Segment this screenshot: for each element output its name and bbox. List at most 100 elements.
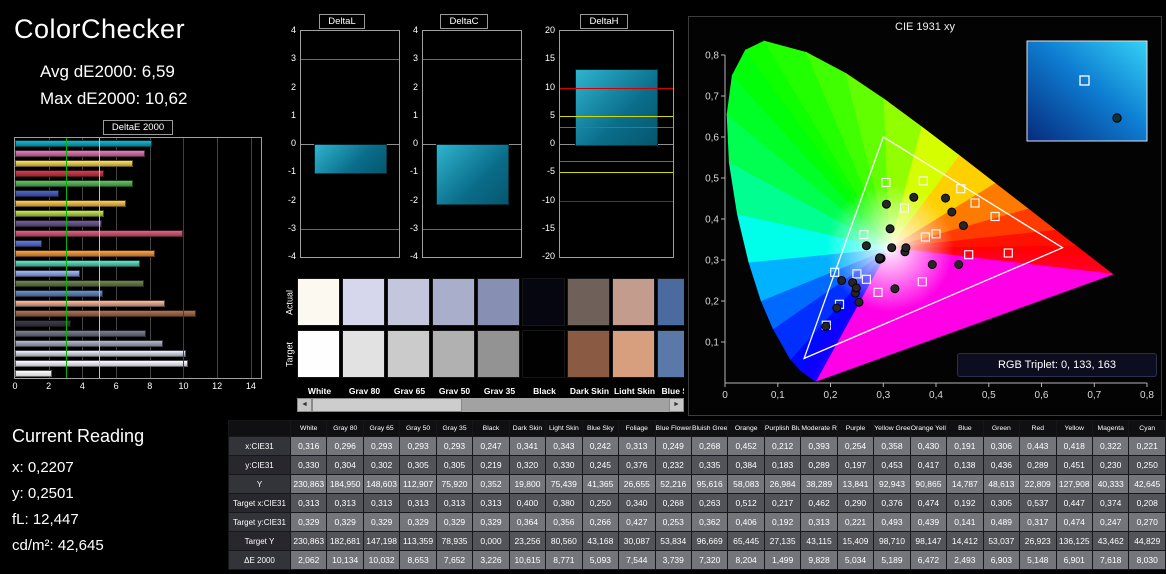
table-cell: 38,289 bbox=[800, 474, 838, 494]
threshold-line bbox=[560, 172, 673, 174]
swatch-label: Light Skin bbox=[613, 386, 656, 394]
table-cell: 0,250 bbox=[581, 493, 620, 513]
table-row: Y 230,863 184,950 148,603 112,907 75,920 0,352… bbox=[228, 474, 1166, 494]
row-label: ΔE 2000 bbox=[228, 550, 291, 570]
table-cell: 0,289 bbox=[1019, 455, 1057, 475]
scroll-left-icon[interactable]: ◄ bbox=[297, 398, 312, 412]
table-cell: 0,197 bbox=[836, 455, 875, 475]
threshold-line bbox=[560, 87, 673, 89]
x-tick-label: 0,6 bbox=[1035, 390, 1049, 401]
swatch-scrollbar[interactable]: ◄ ► bbox=[297, 398, 684, 412]
measurement-table: White Gray 80 Gray 65 Gray 50 Gray 35 Black Da… bbox=[228, 420, 1166, 570]
delta-e-bar-yellow bbox=[15, 159, 134, 167]
threshold-line bbox=[183, 138, 185, 378]
x-tick-label: 0 bbox=[12, 381, 18, 391]
table-cell: 0,266 bbox=[581, 512, 620, 532]
table-cell: 8,653 bbox=[399, 550, 437, 570]
table-cell: 0,452 bbox=[727, 436, 765, 456]
table-cell: 0,247 bbox=[472, 436, 510, 456]
table-cell: 0,418 bbox=[1055, 436, 1093, 456]
target-row-label: Target bbox=[284, 341, 295, 367]
table-cell: 0,304 bbox=[326, 455, 364, 475]
table-cell: 0,138 bbox=[946, 455, 984, 475]
y-tick-label: 0,8 bbox=[705, 51, 719, 62]
column-header-green: Green bbox=[982, 420, 1021, 437]
delta-e-bar-orange-yellow bbox=[15, 199, 127, 207]
table-cell: 0,341 bbox=[508, 436, 547, 456]
column-header-orange-yellow: Orange Yellow bbox=[909, 420, 948, 437]
x-tick-label: 12 bbox=[212, 381, 223, 391]
table-cell: 0,192 bbox=[946, 493, 984, 513]
swatch-target-gray-50 bbox=[432, 330, 475, 378]
measured-point bbox=[927, 260, 937, 269]
measured-point bbox=[851, 283, 861, 293]
table-cell: 0,436 bbox=[982, 455, 1021, 475]
table-cell: 0,247 bbox=[1091, 512, 1130, 532]
swatch-label: Gray 35 bbox=[483, 386, 516, 394]
threshold-line bbox=[560, 160, 673, 162]
delta-e-bar-purple bbox=[15, 219, 102, 227]
table-cell: 43,462 bbox=[1091, 531, 1130, 551]
current-reading-title: Current Reading bbox=[12, 426, 145, 446]
swatch-label: Black bbox=[533, 386, 556, 394]
y-tick-label: 3 bbox=[412, 53, 418, 64]
scroll-right-icon[interactable]: ► bbox=[669, 398, 684, 412]
y-tick-label: 10 bbox=[544, 81, 555, 92]
delta-e-plot bbox=[14, 137, 262, 379]
swatch-label: Gray 65 bbox=[393, 386, 426, 394]
table-cell: 53,834 bbox=[654, 531, 692, 551]
delta-e-bar-magenta bbox=[15, 149, 146, 157]
table-cell: 147,198 bbox=[362, 531, 401, 551]
table-cell: 0,270 bbox=[1128, 512, 1166, 532]
table-cell: 0,453 bbox=[873, 455, 911, 475]
table-cell: 65,445 bbox=[727, 531, 765, 551]
x-tick-label: 2 bbox=[46, 381, 52, 391]
table-cell: 0,352 bbox=[472, 474, 510, 494]
measured-point bbox=[854, 297, 864, 307]
scrollbar-thumb[interactable] bbox=[312, 398, 462, 412]
delta-c-chart: DeltaC 4 3 2 1 0 -1 -2 -3 -4 bbox=[406, 14, 522, 272]
x-tick-label: 0 bbox=[722, 390, 728, 401]
table-cell: 6,901 bbox=[1055, 550, 1093, 570]
delta-e-bar-yellow-green bbox=[15, 209, 105, 217]
swatch-label: Gray 50 bbox=[438, 386, 471, 394]
table-cell: 113,359 bbox=[399, 531, 437, 551]
table-cell: 26,984 bbox=[763, 474, 802, 494]
table-cell: 30,087 bbox=[618, 531, 656, 551]
column-header-gray-80: Gray 80 bbox=[326, 420, 364, 437]
table-cell: 0,400 bbox=[508, 493, 547, 513]
delta-e-bar-orange bbox=[15, 249, 156, 257]
table-cell: 112,907 bbox=[399, 474, 437, 494]
reading-cdm2: cd/m²: 42,645 bbox=[12, 537, 104, 554]
table-cell: 0,313 bbox=[618, 436, 656, 456]
table-cell: 0,232 bbox=[654, 455, 692, 475]
table-cell: 3,739 bbox=[654, 550, 692, 570]
table-cell: 184,950 bbox=[326, 474, 364, 494]
table-cell: 7,652 bbox=[435, 550, 474, 570]
table-cell: 13,841 bbox=[836, 474, 875, 494]
swatch-actual-gray-80 bbox=[342, 278, 385, 326]
rgb-triplet-readout: RGB Triplet: 0, 133, 163 bbox=[957, 353, 1157, 377]
swatch-target-gray-80 bbox=[342, 330, 385, 378]
delta-e-bar-bluish-green bbox=[15, 259, 141, 267]
table-cell: 0,212 bbox=[763, 436, 802, 456]
y-tick-label: -3 bbox=[409, 222, 418, 233]
table-cell: 0,302 bbox=[362, 455, 401, 475]
table-cell: 0,406 bbox=[727, 512, 765, 532]
y-tick-label: 0,7 bbox=[705, 92, 719, 103]
table-cell: 3,226 bbox=[472, 550, 510, 570]
measured-point bbox=[837, 276, 847, 285]
table-cell: 5,034 bbox=[836, 550, 875, 570]
threshold-line bbox=[99, 138, 101, 378]
y-tick-label: 3 bbox=[290, 53, 296, 64]
table-cell: 44,829 bbox=[1128, 531, 1166, 551]
colorchecker-swatch-panel: Actual Target White Gray 80 Gray 65 Gray 50… bbox=[283, 276, 684, 422]
table-cell: 53,037 bbox=[982, 531, 1021, 551]
table-cell: 0,343 bbox=[545, 436, 583, 456]
scrollbar-track[interactable] bbox=[312, 398, 669, 412]
column-header-blue: Blue bbox=[946, 420, 984, 437]
delta-bar bbox=[575, 69, 658, 146]
column-header-black: Black bbox=[472, 420, 510, 437]
table-cell: 40,333 bbox=[1091, 474, 1130, 494]
chart-title-row: DeltaC bbox=[406, 14, 522, 29]
